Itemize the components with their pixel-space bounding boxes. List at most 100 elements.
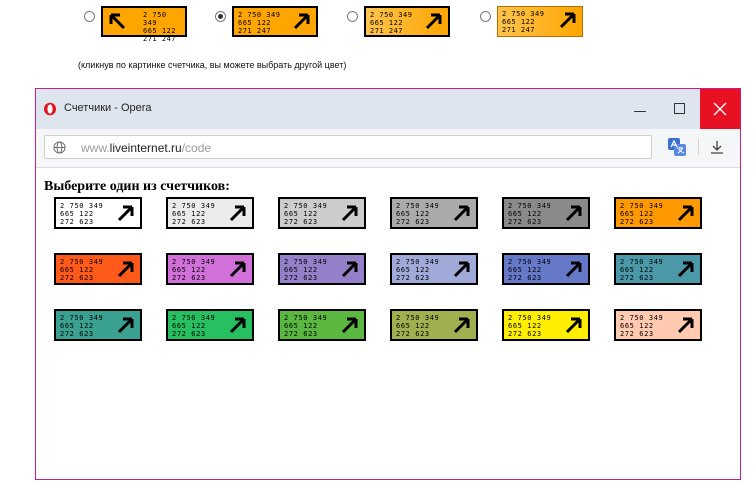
- counter-digit-line: 2 750 349: [172, 314, 216, 322]
- arrow-up-right-icon: [424, 11, 444, 31]
- counter-option[interactable]: 2 750 349 665 122 272 623: [502, 309, 590, 341]
- style-radio-2[interactable]: [215, 11, 226, 22]
- arrow-up-left-icon: [107, 11, 127, 31]
- arrow-up-right-icon: [452, 315, 472, 335]
- counter-digit-line: 665 122: [508, 210, 542, 218]
- style-preview-4[interactable]: 2 750 349 665 122 271 247: [497, 6, 583, 37]
- counter-digit-line: 2 750 349: [508, 258, 552, 266]
- style-preview-digits: 2 750 349 665 122 271 247: [143, 11, 177, 43]
- counter-option[interactable]: 2 750 349 665 122 272 623: [278, 309, 366, 341]
- toolbar-separator: [698, 139, 699, 155]
- counter-digit-line: 272 623: [284, 218, 318, 226]
- counter-digit-line: 665 122: [172, 266, 206, 274]
- style-radio-1[interactable]: [84, 11, 95, 22]
- close-icon: [713, 102, 727, 116]
- arrow-up-right-icon: [564, 203, 584, 223]
- counter-digit-line: 665 122: [284, 266, 318, 274]
- arrow-up-right-icon: [564, 259, 584, 279]
- minimize-icon: [634, 111, 646, 112]
- counter-digit-line: 272 623: [172, 274, 206, 282]
- counter-digit-line: 272 623: [60, 274, 94, 282]
- toolbar: www.liveinternet.ru/code: [36, 129, 740, 168]
- style-radio-4[interactable]: [480, 11, 491, 22]
- arrow-up-right-icon: [452, 259, 472, 279]
- counter-digit-line: 665 122: [508, 266, 542, 274]
- arrow-up-right-icon: [558, 10, 578, 30]
- counter-digit-line: 665 122: [284, 322, 318, 330]
- style-radio-3[interactable]: [347, 11, 358, 22]
- arrow-up-right-icon: [452, 203, 472, 223]
- counter-option[interactable]: 2 750 349 665 122 272 623: [166, 309, 254, 341]
- maximize-icon: [674, 103, 685, 114]
- download-icon[interactable]: [709, 139, 725, 155]
- counter-digit-line: 272 623: [508, 274, 542, 282]
- counter-digit-line: 272 623: [172, 330, 206, 338]
- arrow-up-right-icon: [340, 315, 360, 335]
- counter-digit-line: 665 122: [396, 322, 430, 330]
- counter-digit-line: 2 750 349: [620, 202, 664, 210]
- counter-digit-line: 272 623: [396, 274, 430, 282]
- counter-option[interactable]: 2 750 349 665 122 272 623: [614, 253, 702, 285]
- counter-digit-line: 665 122: [60, 322, 94, 330]
- counter-digit-line: 2 750 349: [620, 314, 664, 322]
- counter-option[interactable]: 2 750 349 665 122 272 623: [502, 197, 590, 229]
- opera-window: Счетчики - Opera www.liveinternet.ru/cod…: [35, 88, 741, 480]
- arrow-up-right-icon: [228, 315, 248, 335]
- translate-icon[interactable]: [667, 137, 687, 157]
- counter-digits: 2 750 349 665 122 272 623: [60, 202, 103, 226]
- title-bar[interactable]: Счетчики - Opera: [36, 89, 740, 129]
- address-bar[interactable]: www.liveinternet.ru/code: [44, 135, 652, 159]
- counter-digits: 2 750 349 665 122 272 623: [172, 314, 215, 338]
- arrow-up-right-icon: [340, 203, 360, 223]
- counter-option[interactable]: 2 750 349 665 122 272 623: [278, 197, 366, 229]
- counter-option[interactable]: 2 750 349 665 122 272 623: [166, 253, 254, 285]
- arrow-up-right-icon: [116, 315, 136, 335]
- counter-digit-line: 2 750 349: [284, 258, 328, 266]
- counter-digit-line: 272 623: [60, 330, 94, 338]
- arrow-up-right-icon: [116, 203, 136, 223]
- counter-style-chooser: 2 750 349 665 122 271 247 2 750 349 665 …: [84, 6, 604, 43]
- counter-option[interactable]: 2 750 349 665 122 272 623: [54, 197, 142, 229]
- style-preview-3[interactable]: 2 750 349 665 122 271 247: [364, 6, 450, 37]
- counter-digit-line: 272 623: [620, 274, 654, 282]
- url-text[interactable]: www.liveinternet.ru/code: [81, 141, 211, 155]
- counter-digits: 2 750 349 665 122 272 623: [60, 258, 103, 282]
- style-preview-2[interactable]: 2 750 349 665 122 271 247: [232, 6, 318, 37]
- counter-digit-line: 665 122: [172, 322, 206, 330]
- close-button[interactable]: [700, 89, 740, 129]
- style-preview-digits: 2 750 349 665 122 271 247: [502, 10, 545, 34]
- counter-digit-line: 2 750 349: [60, 202, 104, 210]
- counter-digits: 2 750 349 665 122 272 623: [508, 202, 551, 226]
- counter-digits: 2 750 349 665 122 272 623: [396, 314, 439, 338]
- counter-option[interactable]: 2 750 349 665 122 272 623: [502, 253, 590, 285]
- counter-option[interactable]: 2 750 349 665 122 272 623: [278, 253, 366, 285]
- counter-digit-line: 2 750 349: [284, 202, 328, 210]
- counter-digits: 2 750 349 665 122 272 623: [396, 258, 439, 282]
- counter-digit-line: 665 122: [172, 210, 206, 218]
- counter-option[interactable]: 2 750 349 665 122 272 623: [614, 197, 702, 229]
- counter-digit-line: 665 122: [620, 322, 654, 330]
- minimize-button[interactable]: [620, 89, 660, 129]
- counter-option[interactable]: 2 750 349 665 122 272 623: [390, 253, 478, 285]
- counter-option[interactable]: 2 750 349 665 122 272 623: [614, 309, 702, 341]
- counter-digits: 2 750 349 665 122 272 623: [172, 258, 215, 282]
- counter-digit-line: 665 122: [284, 210, 318, 218]
- maximize-button[interactable]: [660, 89, 700, 129]
- style-preview-digits: 2 750 349 665 122 271 247: [370, 11, 413, 35]
- counter-digits: 2 750 349 665 122 272 623: [60, 314, 103, 338]
- counter-digit-line: 2 750 349: [508, 202, 552, 210]
- counter-digit-line: 665 122: [60, 210, 94, 218]
- arrow-up-right-icon: [676, 203, 696, 223]
- style-hint-text: (кликнув по картинке счетчика, вы можете…: [78, 60, 347, 70]
- style-preview-1[interactable]: 2 750 349 665 122 271 247: [101, 6, 187, 43]
- counter-option[interactable]: 2 750 349 665 122 272 623: [54, 253, 142, 285]
- counter-digits: 2 750 349 665 122 272 623: [620, 202, 663, 226]
- counter-option[interactable]: 2 750 349 665 122 272 623: [54, 309, 142, 341]
- counter-digit-line: 272 623: [396, 330, 430, 338]
- counter-option[interactable]: 2 750 349 665 122 272 623: [166, 197, 254, 229]
- arrow-up-right-icon: [292, 11, 312, 31]
- counter-option[interactable]: 2 750 349 665 122 272 623: [390, 309, 478, 341]
- counter-option[interactable]: 2 750 349 665 122 272 623: [390, 197, 478, 229]
- globe-icon: [53, 141, 66, 154]
- counter-digit-line: 665 122: [396, 210, 430, 218]
